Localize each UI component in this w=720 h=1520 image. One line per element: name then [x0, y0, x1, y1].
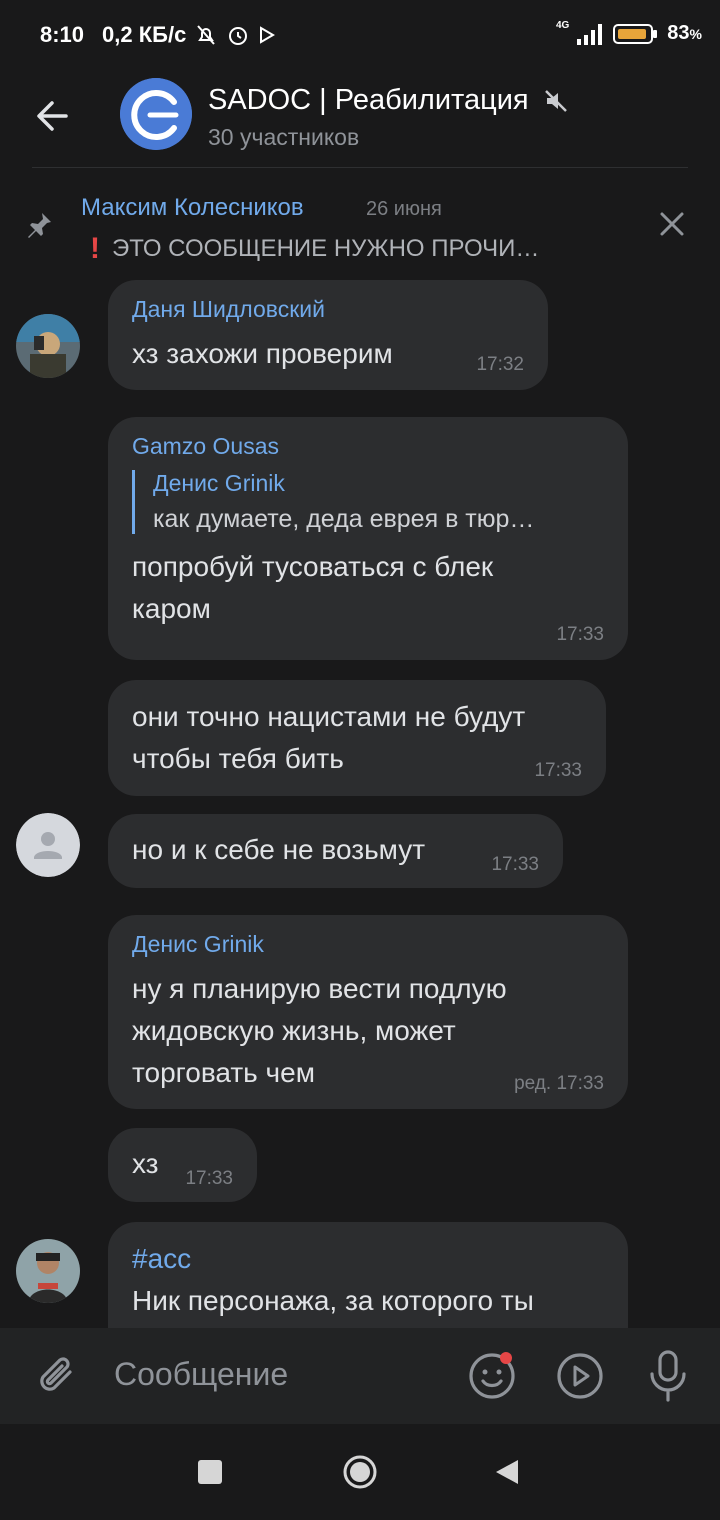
message-time: 17:33 [556, 624, 604, 645]
chat-title[interactable]: SADOC | Реабилитация [208, 84, 569, 117]
message-bubble[interactable]: хз 17:33 [108, 1128, 257, 1202]
message-time: 17:33 [491, 854, 539, 875]
muted-icon [544, 89, 567, 112]
paperclip-icon[interactable] [32, 1350, 84, 1402]
pinned-text: ! ЭТО СООБЩЕНИЕ НУЖНО ПРОЧИ… [90, 232, 539, 266]
message-bubble[interactable]: Даня Шидловский хз захожи проверим 17:32 [108, 280, 548, 390]
system-nav-bar [0, 1424, 720, 1520]
sender-name[interactable]: Gamzo Ousas [132, 433, 604, 460]
battery-level: 83% [667, 22, 702, 44]
home-button[interactable] [342, 1454, 378, 1490]
pinned-message[interactable]: Максим Колесников 26 июня ! ЭТО СООБЩЕНИ… [0, 176, 720, 272]
notification-dot [500, 1352, 512, 1364]
message-time: 17:33 [185, 1168, 233, 1189]
video-message-icon[interactable] [554, 1350, 606, 1402]
group-logo-icon [120, 78, 192, 150]
signal-icon [577, 23, 603, 45]
message-text: хз захожи проверим [132, 338, 393, 369]
message-text-line: ну я планирую вести подлую [132, 973, 507, 1004]
message-bubble[interactable]: они точно нацистами не будут чтобы тебя … [108, 680, 606, 796]
status-left: 8:10 0,2 КБ/с [40, 22, 276, 48]
hashtag-link[interactable]: #acc [132, 1243, 191, 1274]
message-text-line: чтобы тебя бить [132, 743, 344, 774]
back-arrow-icon[interactable] [30, 88, 86, 144]
message-hashtag[interactable]: #acc [132, 1238, 604, 1280]
status-bar: 8:10 0,2 КБ/с 4G 83% [0, 0, 720, 70]
message-bubble[interactable]: Денис Grinik ну я планирую вести подлую … [108, 915, 628, 1109]
message-input[interactable]: Сообщение [114, 1356, 288, 1393]
nav-back-icon[interactable] [494, 1458, 520, 1486]
sender-name[interactable]: Денис Grinik [132, 931, 604, 958]
close-icon[interactable] [654, 206, 690, 242]
exclamation-icon: ! [90, 232, 100, 265]
reply-author: Денис Grinik [153, 470, 285, 496]
message-text-line: попробуй тусоваться с блек [132, 551, 494, 582]
reply-quote[interactable]: Денис Grinik как думаете, деда еврея в т… [132, 470, 604, 534]
group-avatar[interactable] [120, 78, 192, 150]
pin-icon [28, 213, 51, 238]
message-text-line: каром [132, 593, 211, 624]
avatar[interactable] [16, 813, 80, 877]
battery-icon [613, 23, 658, 44]
pinned-date: 26 июня [366, 198, 442, 220]
chat-subtitle: 30 участников [208, 124, 360, 150]
pinned-author: Максим Колесников [81, 194, 304, 221]
avatar[interactable] [16, 1239, 80, 1303]
reply-text: как думаете, деда еврея в тюр… [153, 505, 535, 533]
alarm-icon [229, 27, 248, 45]
pinned-text-body: ЭТО СООБЩЕНИЕ НУЖНО ПРОЧИ… [112, 235, 540, 262]
message-time: 17:32 [476, 354, 524, 375]
status-speed: 0,2 КБ/с [102, 22, 187, 47]
message-time: 17:33 [534, 760, 582, 781]
message-bubble[interactable]: Gamzo Ousas Денис Grinik как думаете, де… [108, 417, 628, 660]
header-divider [32, 167, 688, 168]
sender-name[interactable]: Даня Шидловский [132, 296, 524, 323]
chat-title-text: SADOC | Реабилитация [208, 84, 529, 116]
play-store-icon [260, 26, 276, 44]
message-text-line: они точно нацистами не будут [132, 701, 526, 732]
avatar[interactable] [16, 314, 80, 378]
microphone-icon[interactable] [642, 1348, 694, 1404]
message-text-line: жидовскую жизнь, может [132, 1015, 456, 1046]
bell-off-icon [197, 25, 216, 45]
chat-header: SADOC | Реабилитация 30 участников [0, 70, 720, 166]
message-text: Ник персонажа, за которого ты [132, 1285, 534, 1316]
message-composer: Сообщение [0, 1328, 720, 1424]
message-time: ред. 17:33 [514, 1073, 604, 1094]
network-label: 4G [555, 20, 570, 31]
status-right: 4G 83% [555, 20, 702, 45]
recents-button[interactable] [198, 1460, 222, 1484]
message-bubble[interactable]: но и к себе не возьмут 17:33 [108, 814, 563, 888]
status-time: 8:10 [40, 22, 85, 47]
message-text: но и к себе не возьмут [132, 834, 426, 865]
